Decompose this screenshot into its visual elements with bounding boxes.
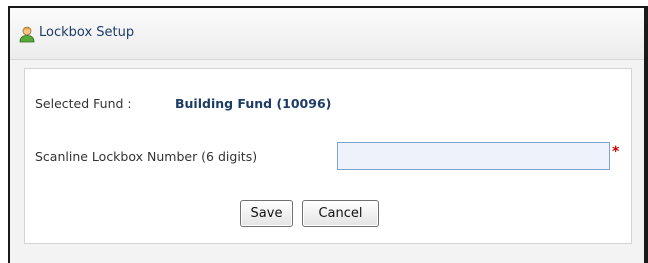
required-asterisk: * [612,144,620,160]
scanline-lockbox-label: Scanline Lockbox Number (6 digits) [35,149,258,164]
save-button[interactable]: Save [240,200,293,227]
cancel-button[interactable]: Cancel [302,200,379,227]
user-icon [18,25,36,43]
window-header: Lockbox Setup [10,8,644,60]
scanline-lockbox-input[interactable] [337,142,610,170]
selected-fund-value: Building Fund (10096) [175,96,332,111]
window-title: Lockbox Setup [39,25,135,40]
lockbox-setup-window: Lockbox Setup Selected Fund : Building F… [8,6,648,263]
form-panel: Selected Fund : Building Fund (10096) Sc… [24,68,632,244]
selected-fund-label: Selected Fund : [35,96,132,111]
